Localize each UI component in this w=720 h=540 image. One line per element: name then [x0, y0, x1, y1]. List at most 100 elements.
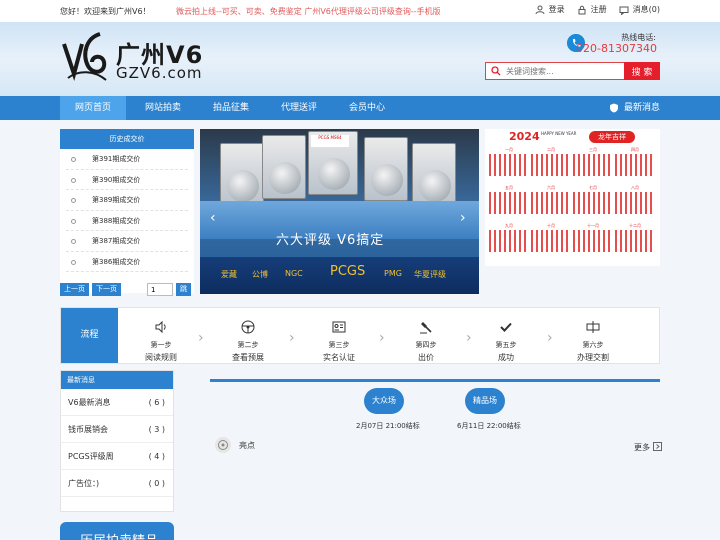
messages-label: 消息(0) [632, 5, 660, 14]
logo-icon[interactable] [60, 30, 112, 84]
latest-news-panel: 最新消息 V6最新消息 ( 6 ) 钱币展销会 ( 3 ) PCGS评级周 ( 4 )… [60, 370, 174, 512]
step-number: 第二步 [237, 341, 259, 349]
graded-coin-slab [412, 143, 456, 207]
history-list: 第391期成交价 第390期成交价 第389期成交价 第388期成交价 第387… [60, 149, 194, 272]
calendar-month: 二月 [531, 147, 571, 176]
news-row[interactable]: PCGS评级周 ( 4 ) [61, 443, 173, 470]
promo-link[interactable]: 微云拍上线--可买、可卖、免费鉴定 广州V6代理评级公司评级查询--手机版 [176, 6, 441, 17]
brand-ngc: NGC [285, 269, 303, 278]
step-name: 办理交割 [577, 353, 609, 362]
calendar-month: 六月 [531, 185, 571, 214]
graded-coin-slab [220, 143, 264, 207]
history-prices-panel: 历史成交价 第391期成交价 第390期成交价 第389期成交价 第388期成交… [60, 129, 194, 293]
news-row[interactable]: 钱币展销会 ( 3 ) [61, 416, 173, 443]
calendar-month: 八月 [615, 185, 655, 214]
history-item[interactable]: 第391期成交价 [66, 149, 188, 170]
history-item[interactable]: 第386期成交价 [66, 252, 188, 272]
graded-coin-slab: PCGS MS64 [308, 131, 358, 195]
process-step[interactable]: 第三步 实名认证 [299, 308, 379, 363]
news-count: ( 6 ) [148, 398, 165, 407]
step-number: 第六步 [582, 341, 604, 349]
bullet-icon [71, 157, 76, 162]
brand-pcgs: PCGS [330, 264, 366, 279]
step-name: 阅读规则 [145, 353, 177, 362]
prev-page-button[interactable]: 上一页 [60, 283, 89, 296]
process-step[interactable]: 第四步 出价 [386, 308, 466, 363]
process-step[interactable]: 第一步 阅读规则 [121, 308, 201, 363]
check-icon [500, 322, 512, 332]
search-button[interactable]: 搜 索 [624, 62, 660, 80]
history-item-label: 第391期成交价 [92, 155, 141, 163]
messages-link[interactable]: 消息(0) [619, 4, 660, 15]
gavel-icon [420, 322, 432, 334]
brand-gongbo: 公博 [252, 270, 268, 279]
chevron-right-icon: › [379, 330, 385, 346]
nav-item-collection[interactable]: 拍品征集 [198, 96, 264, 120]
calendar-subtitle: HAPPY NEW YEAR [541, 131, 577, 136]
calendar-month: 十一月 [573, 223, 613, 252]
register-label: 注册 [590, 5, 607, 14]
banner-next-arrow-icon[interactable]: › [460, 210, 470, 228]
banner-prev-arrow-icon[interactable]: ‹ [210, 210, 220, 228]
step-number: 第五步 [495, 341, 517, 349]
login-link[interactable]: 登录 [535, 4, 565, 15]
step-name: 实名认证 [323, 353, 355, 362]
news-row[interactable]: V6最新消息 ( 6 ) [61, 389, 173, 416]
history-item-label: 第389期成交价 [92, 196, 141, 204]
news-row[interactable]: 广告位：) ( 0 ) [61, 470, 173, 497]
calendar-month: 十月 [531, 223, 571, 252]
history-item[interactable]: 第388期成交价 [66, 211, 188, 231]
nav-item-grading[interactable]: 代理送评 [266, 96, 332, 120]
user-links: 登录 注册 消息(0) [535, 4, 660, 15]
news-label: 钱币展销会 [68, 425, 108, 434]
calendar-year: 2024 [509, 130, 540, 143]
calendar-month: 四月 [615, 147, 655, 176]
calendar-month: 五月 [489, 185, 529, 214]
chevron-right-icon: › [289, 330, 295, 346]
history-item[interactable]: 第389期成交价 [66, 190, 188, 211]
nav-item-auction[interactable]: 网站拍卖 [130, 96, 196, 120]
news-count: ( 0 ) [148, 479, 165, 488]
brand-huaxia: 华夏评级 [414, 270, 446, 279]
calendar-month: 七月 [573, 185, 613, 214]
message-icon [619, 6, 629, 15]
session-premium-button[interactable]: 精品场 [465, 388, 505, 414]
process-step[interactable]: 第二步 查看预展 [208, 308, 288, 363]
news-count: ( 4 ) [148, 452, 165, 461]
more-link[interactable]: 更多 [634, 442, 663, 453]
steering-icon [241, 320, 255, 334]
search-icon [491, 66, 501, 76]
calendar-badge: 龙年吉祥 [589, 131, 635, 143]
nav-latest-news[interactable]: 最新消息 [609, 96, 660, 120]
brand-pmg: PMG [384, 269, 402, 278]
history-item[interactable]: 第390期成交价 [66, 170, 188, 190]
history-item[interactable]: 第387期成交价 [66, 231, 188, 252]
past-auction-highlights-header[interactable]: 历届拍卖精品 [60, 522, 174, 540]
nav-item-member[interactable]: 会员中心 [334, 96, 400, 120]
calendar-month: 十二月 [615, 223, 655, 252]
news-label: PCGS评级周 [68, 452, 114, 461]
register-link[interactable]: 注册 [577, 4, 607, 15]
next-page-button[interactable]: 下一页 [92, 283, 121, 296]
process-bar: 流程 第一步 阅读规则 › 第二步 查看预展 › 第三步 实名认证 › 第四步 … [60, 307, 660, 364]
id-card-icon [332, 321, 346, 333]
chevron-right-icon: › [547, 330, 553, 346]
process-step[interactable]: 第五步 成功 [466, 308, 546, 363]
hotline-number: 020-81307340 [576, 42, 657, 55]
history-item-label: 第390期成交价 [92, 175, 141, 184]
history-item-label: 第386期成交价 [92, 257, 141, 266]
go-page-button[interactable]: 跳 [176, 283, 191, 296]
news-label: V6最新消息 [68, 398, 111, 407]
step-name: 出价 [418, 353, 434, 362]
process-step[interactable]: 第六步 办理交割 [553, 308, 633, 363]
nav-item-home[interactable]: 网页首页 [60, 96, 126, 120]
top-bar: 您好！欢迎来到广州V6！ 微云拍上线--可买、可卖、免费鉴定 广州V6代理评级公… [0, 0, 720, 22]
handover-icon [586, 321, 600, 333]
history-title: 历史成交价 [60, 129, 194, 149]
brand-aicang: 爱藏 [221, 270, 237, 279]
calendar-ad[interactable]: 2024 HAPPY NEW YEAR 龙年吉祥 一月 二月 三月 四月 五月 … [485, 129, 660, 266]
search-input[interactable] [506, 63, 624, 79]
page-number-input[interactable] [147, 283, 173, 296]
session-public-button[interactable]: 大众场 [364, 388, 404, 414]
step-number: 第四步 [415, 341, 437, 349]
